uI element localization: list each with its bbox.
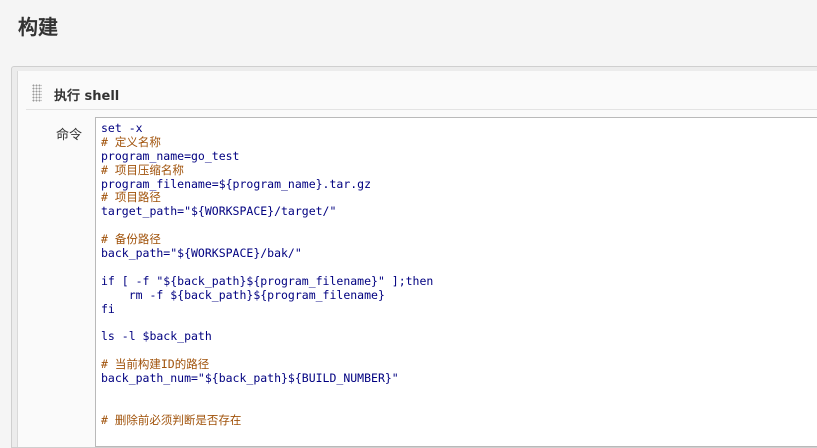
code-line: back_path_num="${back_path}${BUILD_NUMBE…	[101, 371, 817, 386]
command-script[interactable]: set -x # 定义名称 program_name=go_test # 项目压缩名称…	[96, 118, 817, 428]
code-line: # 备份路径	[101, 232, 817, 247]
code-line: rm -f ${back_path}${program_filename}	[101, 287, 817, 303]
command-textarea[interactable]: set -x # 定义名称 program_name=go_test # 项目压缩名称…	[95, 117, 817, 447]
code-line: # 项目路径	[101, 191, 817, 205]
code-text: if [ -f "${back_path}${program_filename}…	[101, 273, 434, 288]
code-comment: # 定义名称	[101, 134, 161, 149]
code-comment: # 项目路径	[101, 190, 161, 205]
code-line: if [ -f "${back_path}${program_filename}…	[101, 273, 817, 289]
code-line: back_path="${WORKSPACE}/bak/"	[101, 246, 817, 261]
code-line: target_path="${WORKSPACE}/target/"	[101, 204, 817, 219]
code-text: back_path="${WORKSPACE}/bak/"	[101, 246, 302, 261]
code-text: fi	[101, 301, 115, 316]
code-text: ls -l $back_path	[101, 329, 212, 344]
code-comment: # 备份路径	[101, 232, 161, 247]
code-line: set -x	[101, 121, 817, 136]
code-line: # 当前构建ID的路径	[101, 357, 817, 372]
code-text: program_name=go_test	[101, 148, 240, 163]
code-comment: # 项目压缩名称	[101, 162, 184, 177]
code-line: # 删除前必须判断是否存在	[101, 412, 817, 428]
code-line: ls -l $back_path	[101, 329, 817, 344]
code-line: fi	[101, 301, 817, 317]
code-text: rm -f ${back_path}${program_filename}	[101, 287, 385, 302]
code-line: # 项目压缩名称	[101, 162, 817, 178]
page-title: 构建	[18, 15, 58, 39]
code-line: program_filename=${program_name}.tar.gz	[101, 176, 817, 192]
code-text: set -x	[101, 121, 143, 135]
code-comment: # 当前构建ID的路径	[101, 357, 210, 372]
build-step-title: 执行 shell	[54, 89, 120, 104]
code-line: program_name=go_test	[101, 148, 817, 164]
code-comment: # 删除前必须判断是否存在	[101, 412, 242, 427]
code-line: # 定义名称	[101, 134, 817, 150]
command-label: 命令	[56, 128, 83, 143]
code-text: back_path_num="${back_path}${BUILD_NUMBE…	[101, 371, 399, 386]
drag-handle-icon[interactable]	[32, 84, 42, 102]
code-text: program_filename=${program_name}.tar.gz	[101, 176, 372, 191]
build-step-header: 执行 shell	[26, 77, 817, 110]
code-text: target_path="${WORKSPACE}/target/"	[101, 204, 337, 219]
